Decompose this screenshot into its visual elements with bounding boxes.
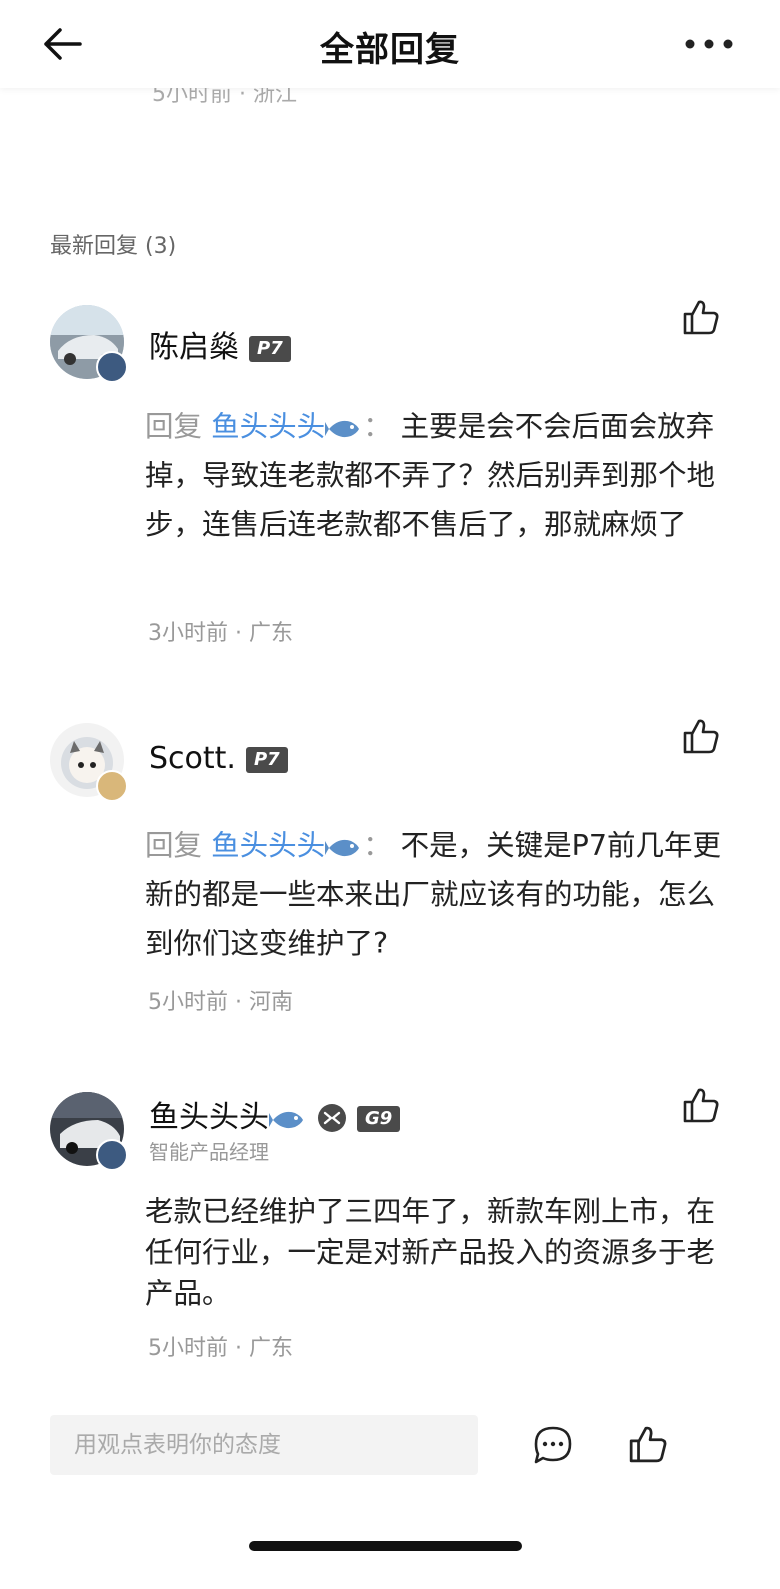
- more-options-icon[interactable]: [682, 30, 736, 58]
- username[interactable]: 鱼头头头 G9: [149, 1092, 401, 1136]
- comment-text: 老款已经维护了三四年了，新款车刚上市，在任何行业，一定是对新产品投入的资源多于老…: [145, 1191, 725, 1314]
- reply-colon: ：: [363, 829, 392, 862]
- username-text[interactable]: Scott.: [149, 741, 236, 776]
- comment-bubble-icon[interactable]: [532, 1424, 574, 1466]
- mention-link[interactable]: 鱼头头头: [211, 829, 325, 862]
- thumbs-up-icon[interactable]: [682, 298, 720, 336]
- car-model-tag: G9: [357, 1105, 401, 1132]
- reply-colon: ：: [363, 410, 392, 443]
- latest-replies-heading: 最新回复 (3): [50, 234, 177, 259]
- xpeng-logo-icon: [318, 1104, 346, 1132]
- bottom-action-bar: [0, 1400, 780, 1500]
- username-text[interactable]: 鱼头头头: [149, 1100, 269, 1135]
- home-indicator: [249, 1541, 522, 1551]
- avatar-badge-icon: [96, 1139, 128, 1171]
- username-text[interactable]: 陈启燊: [149, 330, 239, 365]
- top-nav-bar: 全部回复: [0, 0, 780, 88]
- fish-icon: [325, 839, 360, 857]
- avatar-badge-icon: [96, 351, 128, 383]
- fish-icon: [325, 420, 360, 438]
- thumbs-up-icon[interactable]: [682, 1086, 720, 1124]
- comment-text: 回复 鱼头头头： 主要是会不会后面会放弃掉，导致连老款都不弄了？然后别弄到那个地…: [145, 402, 725, 549]
- comment-meta: 3小时前 · 广东: [148, 621, 293, 646]
- mention-link[interactable]: 鱼头头头: [211, 410, 325, 443]
- comment-input[interactable]: [50, 1415, 478, 1475]
- page-title: 全部回复: [320, 30, 460, 70]
- thumbs-up-icon[interactable]: [682, 717, 720, 755]
- car-model-tag: P7: [249, 335, 291, 362]
- comment-meta: 5小时前 · 河南: [148, 990, 293, 1015]
- reply-prefix: 回复: [145, 410, 203, 443]
- user-title: 智能产品经理: [149, 1140, 269, 1164]
- comment-text: 回复 鱼头头头： 不是，关键是P7前几年更新的都是一些本来出厂就应该有的功能，怎…: [145, 821, 725, 968]
- comment-meta: 5小时前 · 广东: [148, 1336, 293, 1361]
- comment-content: 老款已经维护了三四年了，新款车刚上市，在任何行业，一定是对新产品投入的资源多于老…: [145, 1195, 716, 1310]
- reply-prefix: 回复: [145, 829, 203, 862]
- thumbs-up-icon[interactable]: [628, 1424, 668, 1464]
- car-model-tag: P7: [245, 746, 288, 773]
- username[interactable]: 陈启燊 P7: [149, 322, 291, 366]
- avatar-badge-icon: [96, 770, 128, 802]
- username[interactable]: Scott. P7: [149, 741, 288, 776]
- fish-icon: [269, 1111, 303, 1129]
